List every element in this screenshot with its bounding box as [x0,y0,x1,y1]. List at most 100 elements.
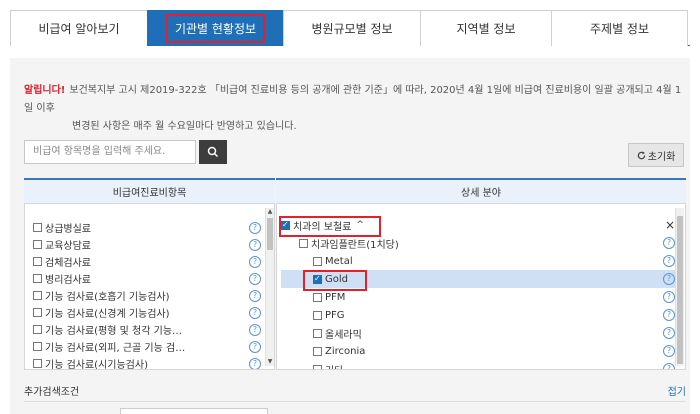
item-label: 기능 검사료(시기능검사) [45,360,148,370]
list-item[interactable]: 교육상담료? [33,236,261,253]
subcategory-label: 치과임플란트(1치당) [311,239,399,251]
detail-item-label: PFM [325,291,346,303]
detail-item[interactable]: Metal ? [281,252,675,270]
gold-highlight-box [303,270,367,291]
noncovered-items-list: 상급병실료? 교육상담료? 검체검사료? 병리검사료? 기능 검사료(호흡기 기… [33,219,261,370]
list-item[interactable]: 상급병실료? [33,219,261,236]
checkbox[interactable] [313,256,322,266]
left-scrollbar[interactable]: ▲ ▼ [265,208,274,366]
help-icon[interactable]: ? [249,238,261,251]
detail-item-label: 기타 [325,362,343,370]
detail-fields-list: 치과의 보철료 ^ × 치과임플란트(1치당) ? Metal ? Gold ?… [281,216,675,370]
help-icon[interactable]: ? [249,255,261,268]
detail-item[interactable]: 올세라믹 ? [281,324,675,342]
checkbox[interactable] [33,223,42,232]
help-icon[interactable]: ? [249,272,261,285]
help-icon[interactable]: ? [249,306,261,319]
checkbox[interactable] [313,292,322,302]
checkbox[interactable] [33,308,42,317]
tab-label: 주제별 정보 [589,22,649,36]
checkbox[interactable] [33,257,42,266]
help-icon[interactable]: ? [663,309,675,321]
help-icon[interactable]: ? [663,255,675,267]
extra-conditions-label: 추가검색조건 [24,387,80,398]
checkbox[interactable] [313,346,322,356]
left-panel-header: 비급여진료비항목 [24,178,275,204]
tab-institution-status[interactable]: 기관별 현황정보 [147,10,284,46]
extra-condition-input[interactable] [120,408,268,414]
help-icon[interactable]: ? [663,237,675,249]
help-icon[interactable]: ? [249,340,261,353]
help-icon[interactable]: ? [663,327,675,339]
close-icon[interactable]: × [665,218,675,232]
scroll-up-icon[interactable]: ▲ [266,208,274,216]
notice: 알립니다! 보건복지부 고시 제2019-322호 「비급여 진료비용 등의 공개… [24,82,688,136]
reset-button[interactable]: 초기화 [628,143,684,167]
detail-item[interactable]: Zirconia ? [281,342,675,360]
help-icon[interactable]: ? [663,363,675,369]
detail-item[interactable]: 기타 ? [281,360,675,370]
checkbox[interactable] [33,291,42,300]
noncovered-items-panel: 상급병실료? 교육상담료? 검체검사료? 병리검사료? 기능 검사료(호흡기 기… [24,204,275,370]
list-item[interactable]: 기능 검사료(신경계 기능검사)? [33,304,261,321]
checkbox[interactable] [33,274,42,283]
fold-button[interactable]: 접기 [668,383,686,398]
category-highlight-box [279,216,381,237]
help-icon[interactable]: ? [663,273,675,285]
detail-item-label: 올세라믹 [325,329,362,341]
detail-fields-panel: 치과의 보철료 ^ × 치과임플란트(1치당) ? Metal ? Gold ?… [276,204,686,370]
subcategory-checkbox[interactable] [299,238,308,248]
help-icon[interactable]: ? [663,291,675,303]
tab-hospital-size[interactable]: 병원규모별 정보 [283,10,421,46]
help-icon[interactable]: ? [249,221,261,234]
tab-label: 비급여 알아보기 [38,22,120,36]
tab-noncovered-overview[interactable]: 비급여 알아보기 [10,10,148,46]
list-item[interactable]: 기능 검사료(호흡기 기능검사)? [33,287,261,304]
scroll-thumb[interactable] [677,216,683,364]
checkbox[interactable] [313,328,322,338]
detail-item[interactable]: PFG ? [281,306,675,324]
extra-search-conditions: 추가검색조건 접기 [24,380,686,402]
notice-line-2: 변경된 사항은 매주 월 수요일마다 반영하고 있습니다. [72,121,297,132]
tab-region[interactable]: 지역별 정보 [420,10,552,46]
item-label: 병리검사료 [45,275,91,286]
tab-label: 기관별 현황정보 [165,14,266,43]
help-icon[interactable]: ? [663,345,675,357]
checkbox[interactable] [33,240,42,249]
checkbox[interactable] [33,342,42,351]
scroll-thumb[interactable] [267,218,273,250]
detail-item-label: Metal [325,255,353,267]
detail-item-label: PFG [325,309,345,321]
item-label: 기능 검사료(신경계 기능검사) [45,309,170,320]
list-item[interactable]: 기능 검사료(평형 및 청각 기능…? [33,321,261,338]
item-label: 기능 검사료(평형 및 청각 기능… [45,326,183,337]
list-item[interactable]: 검체검사료? [33,253,261,270]
detail-item-label: Zirconia [325,345,366,357]
notice-line-1: 보건복지부 고시 제2019-322호 「비급여 진료비용 등의 공개에 관한 … [24,85,682,114]
tab-label: 병원규모별 정보 [311,22,393,36]
search-input[interactable]: 비급여 항목명을 입력해 주세요. [24,140,196,164]
item-label: 교육상담료 [45,241,91,252]
search-button[interactable] [199,140,227,164]
reset-label: 초기화 [647,151,676,163]
list-item[interactable]: 기능 검사료(외피, 근골 기능 검…? [33,338,261,355]
tab-topic[interactable]: 주제별 정보 [551,10,688,46]
help-icon[interactable]: ? [249,357,261,369]
checkbox[interactable] [33,325,42,334]
refresh-icon [637,150,645,159]
search-icon [207,146,219,158]
checkbox[interactable] [313,364,322,369]
main-tabs: 비급여 알아보기 기관별 현황정보 병원규모별 정보 지역별 정보 주제별 정보 [10,10,690,46]
help-icon[interactable]: ? [249,289,261,302]
checkbox[interactable] [33,359,42,368]
item-label: 상급병실료 [45,224,91,235]
list-item[interactable]: 병리검사료? [33,270,261,287]
help-icon[interactable]: ? [249,323,261,336]
item-label: 기능 검사료(외피, 근골 기능 검… [45,343,186,354]
item-label: 기능 검사료(호흡기 기능검사) [45,292,170,303]
right-scrollbar[interactable] [675,208,684,366]
right-panel-header: 상세 분야 [276,178,686,204]
scroll-down-icon[interactable]: ▼ [266,358,274,366]
checkbox[interactable] [313,310,322,320]
list-item[interactable]: 기능 검사료(시기능검사)? [33,355,261,370]
